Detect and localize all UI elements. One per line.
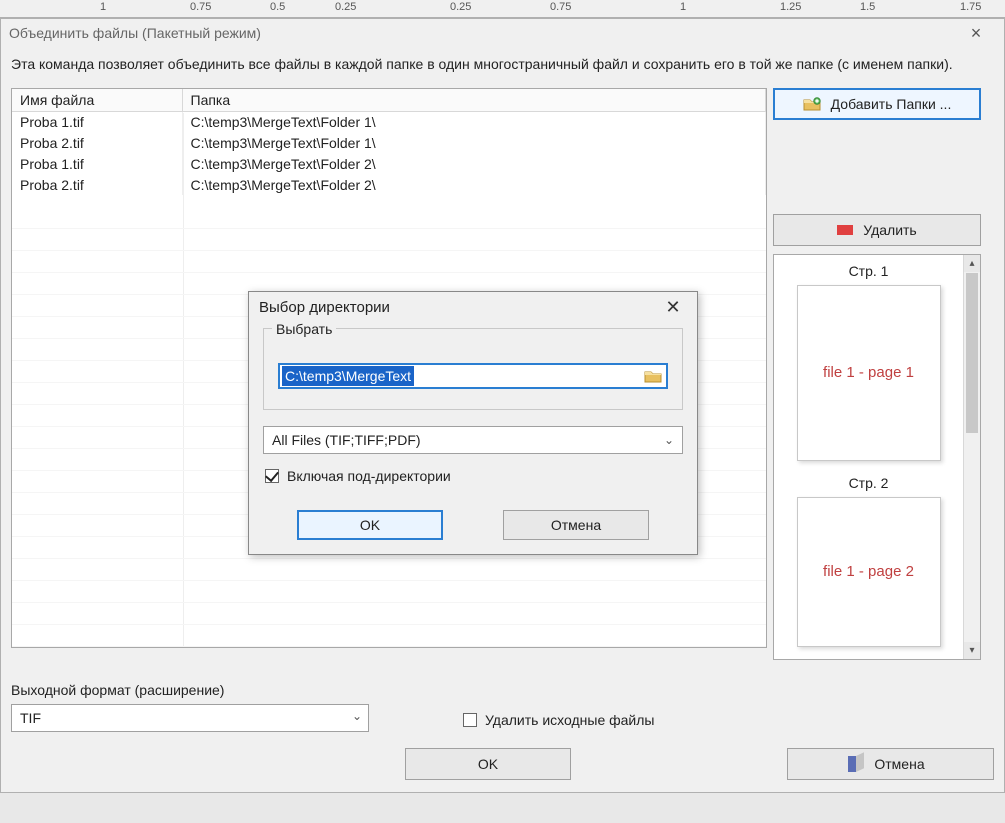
cancel-button[interactable]: Отмена xyxy=(787,748,994,780)
preview-panel: Стр. 1 file 1 - page 1 Стр. 2 file 1 - p… xyxy=(773,254,981,660)
column-header-name[interactable]: Имя файла xyxy=(12,89,182,112)
dialog-ok-button[interactable]: OK xyxy=(297,510,443,540)
delete-label: Удалить xyxy=(863,222,916,238)
path-value: C:\temp3\MergeText xyxy=(282,366,414,386)
add-folders-label: Добавить Папки ... xyxy=(831,96,952,112)
window-title: Объединить файлы (Пакетный режим) xyxy=(9,25,956,41)
add-folders-button[interactable]: Добавить Папки ... xyxy=(773,88,981,120)
ruler: 1 0.75 0.5 0.25 0.25 0.75 1 1.25 1.5 1.7… xyxy=(0,0,1005,18)
main-window: Объединить файлы (Пакетный режим) × Эта … xyxy=(0,18,1005,793)
table-row[interactable]: Proba 1.tif C:\temp3\MergeText\Folder 2\ xyxy=(12,153,766,174)
close-button[interactable]: × xyxy=(956,23,996,44)
browse-folder-icon[interactable] xyxy=(644,368,662,384)
page-thumbnail[interactable]: file 1 - page 1 xyxy=(797,285,941,461)
dialog-title: Выбор директории xyxy=(259,299,659,316)
delete-button[interactable]: Удалить xyxy=(773,214,981,246)
chevron-down-icon: ⌄ xyxy=(352,709,362,723)
titlebar: Объединить файлы (Пакетный режим) × xyxy=(1,19,1004,47)
select-fieldset: Выбрать C:\temp3\MergeText xyxy=(263,328,683,410)
output-format-select[interactable]: TIF ⌄ xyxy=(11,704,369,732)
output-format-label: Выходной формат (расширение) xyxy=(11,682,369,698)
scroll-up-icon[interactable]: ▴ xyxy=(964,255,980,272)
table-row[interactable]: Proba 2.tif C:\temp3\MergeText\Folder 2\ xyxy=(12,174,766,195)
column-header-folder[interactable]: Папка xyxy=(182,89,766,112)
fieldset-legend: Выбрать xyxy=(272,321,336,337)
dialog-cancel-button[interactable]: Отмена xyxy=(503,510,649,540)
preview-scrollbar[interactable]: ▴ ▾ xyxy=(963,255,980,659)
description-text: Эта команда позволяет объединить все фай… xyxy=(11,55,994,74)
include-subdirs-label: Включая под-директории xyxy=(287,468,451,484)
include-subdirs-checkbox[interactable] xyxy=(265,469,279,483)
ok-button[interactable]: OK xyxy=(405,748,571,780)
scroll-thumb[interactable] xyxy=(966,273,978,433)
delete-source-label: Удалить исходные файлы xyxy=(485,712,654,728)
page-thumbnail[interactable]: file 1 - page 2 xyxy=(797,497,941,647)
directory-dialog: Выбор директории ✕ Выбрать C:\temp3\Merg… xyxy=(248,291,698,555)
delete-source-checkbox[interactable] xyxy=(463,713,477,727)
chevron-down-icon: ⌄ xyxy=(664,433,674,447)
table-row[interactable]: Proba 1.tif C:\temp3\MergeText\Folder 1\ xyxy=(12,111,766,132)
file-filter-select[interactable]: All Files (TIF;TIFF;PDF) ⌄ xyxy=(263,426,683,454)
delete-icon xyxy=(837,225,853,235)
page-label: Стр. 1 xyxy=(782,263,955,279)
page-label: Стр. 2 xyxy=(782,475,955,491)
scroll-down-icon[interactable]: ▾ xyxy=(964,642,980,659)
folder-plus-icon xyxy=(803,96,821,112)
directory-path-input[interactable]: C:\temp3\MergeText xyxy=(278,363,668,389)
exit-icon xyxy=(848,756,864,772)
dialog-close-button[interactable]: ✕ xyxy=(659,297,687,318)
dialog-titlebar: Выбор директории ✕ xyxy=(249,292,697,322)
table-row[interactable]: Proba 2.tif C:\temp3\MergeText\Folder 1\ xyxy=(12,132,766,153)
